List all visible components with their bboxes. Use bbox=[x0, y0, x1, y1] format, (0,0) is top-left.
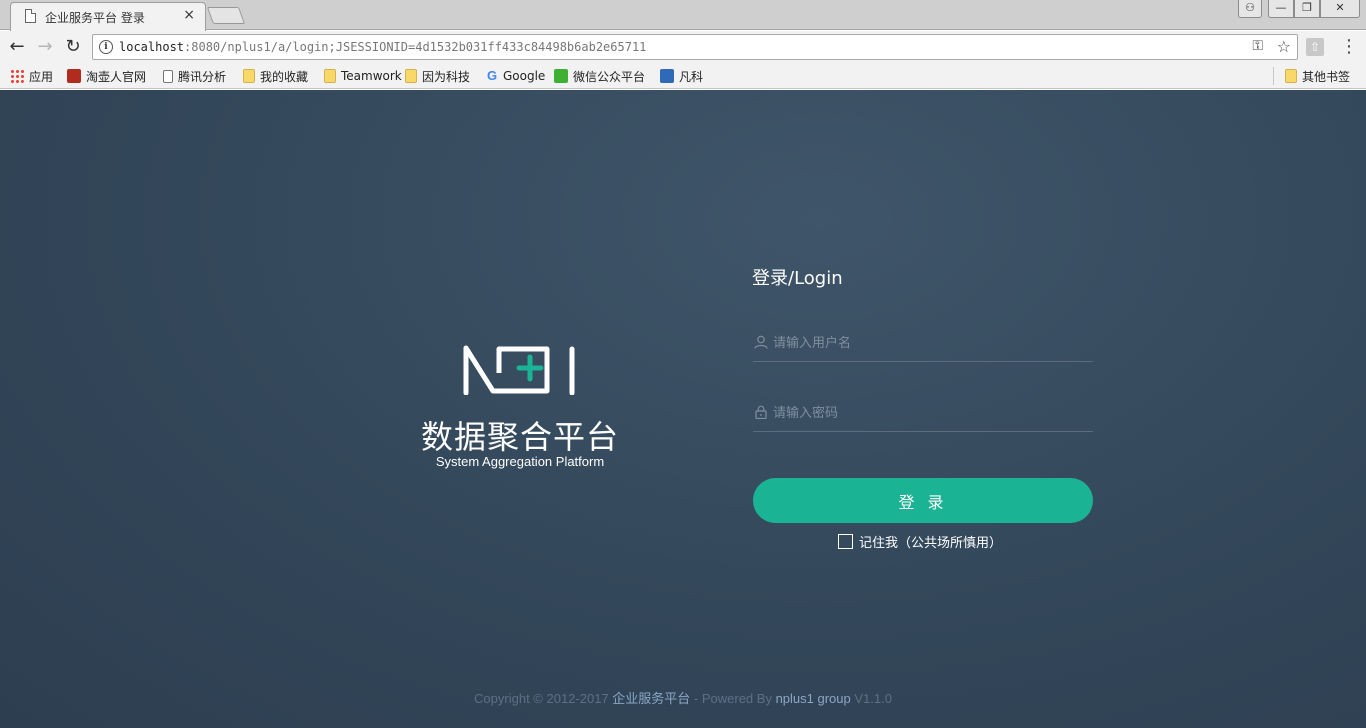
footer-company-link[interactable]: 企业服务平台 bbox=[612, 691, 690, 706]
tab-strip: 企业服务平台 登录 × ⚇ — ❐ ✕ bbox=[0, 0, 1366, 31]
address-bar[interactable]: i localhost:8080/nplus1/a/login;JSESSION… bbox=[92, 34, 1298, 60]
login-button[interactable]: 登 录 bbox=[753, 478, 1093, 523]
browser-tab[interactable]: 企业服务平台 登录 × bbox=[10, 2, 206, 31]
wechat-icon bbox=[554, 69, 568, 83]
key-icon[interactable]: ⚿ bbox=[1252, 38, 1263, 54]
window-close-icon[interactable]: ✕ bbox=[1320, 0, 1360, 18]
bookmark-star-icon[interactable]: ☆ bbox=[1277, 37, 1291, 56]
maximize-icon[interactable]: ❐ bbox=[1294, 0, 1320, 18]
bookmark-yinwei[interactable]: 因为科技 bbox=[405, 68, 470, 84]
folder-icon bbox=[405, 69, 417, 83]
forward-icon[interactable]: → bbox=[34, 36, 56, 58]
tab-close-icon[interactable]: × bbox=[183, 7, 195, 23]
bookmark-teamwork[interactable]: Teamwork bbox=[324, 68, 402, 84]
login-title: 登录/Login bbox=[752, 268, 843, 289]
login-page: 数据聚合平台 System Aggregation Platform 登录/Lo… bbox=[0, 90, 1366, 728]
bookmark-fanke[interactable]: 凡科 bbox=[660, 68, 703, 84]
menu-icon[interactable]: ⋮ bbox=[1340, 36, 1358, 58]
remember-me-label: 记住我（公共场所慎用） bbox=[859, 536, 1003, 551]
username-field bbox=[753, 322, 1093, 362]
folder-icon bbox=[1285, 69, 1297, 83]
page-icon bbox=[163, 69, 173, 83]
bookmark-other[interactable]: 其他书签 bbox=[1285, 68, 1350, 84]
back-icon[interactable]: ← bbox=[6, 36, 28, 58]
bookmark-apps[interactable]: 应用 bbox=[10, 68, 53, 84]
extension-icon[interactable]: ⇧ bbox=[1306, 38, 1324, 56]
bookmark-separator bbox=[1273, 67, 1274, 85]
bookmark-google[interactable]: G Google bbox=[486, 68, 545, 84]
page-footer: Copyright © 2012-2017 企业服务平台 - Powered B… bbox=[474, 691, 892, 706]
bookmark-my-favorites[interactable]: 我的收藏 bbox=[243, 68, 308, 84]
site-info-icon[interactable]: i bbox=[99, 40, 113, 54]
user-icon bbox=[754, 335, 768, 349]
brand-name-en: System Aggregation Platform bbox=[435, 454, 605, 469]
bookmark-wechat[interactable]: 微信公众平台 bbox=[554, 68, 645, 84]
remember-me[interactable]: 记住我（公共场所慎用） bbox=[838, 532, 1002, 551]
taohu-icon bbox=[67, 69, 81, 83]
apps-icon bbox=[10, 69, 24, 83]
lock-icon bbox=[755, 405, 767, 419]
page-icon bbox=[25, 9, 36, 23]
reload-icon[interactable]: ↻ bbox=[62, 36, 84, 58]
username-input[interactable] bbox=[773, 331, 1089, 355]
password-field bbox=[753, 392, 1093, 432]
google-icon: G bbox=[486, 68, 498, 83]
folder-icon bbox=[243, 69, 255, 83]
bookmark-tencent-analytics[interactable]: 腾讯分析 bbox=[163, 68, 226, 84]
footer-group-link[interactable]: nplus1 group bbox=[776, 691, 851, 706]
tab-title: 企业服务平台 登录 bbox=[45, 11, 145, 25]
bookmark-taohu[interactable]: 淘壶人官网 bbox=[67, 68, 146, 84]
folder-icon bbox=[324, 69, 336, 83]
user-profile-icon[interactable]: ⚇ bbox=[1238, 0, 1262, 18]
password-input[interactable] bbox=[773, 401, 1089, 425]
fanke-icon bbox=[660, 69, 674, 83]
brand-name-cn: 数据聚合平台 bbox=[420, 418, 619, 456]
address-url[interactable]: localhost:8080/nplus1/a/login;JSESSIONID… bbox=[119, 40, 646, 54]
browser-toolbar: ← → ↻ i localhost:8080/nplus1/a/login;JS… bbox=[0, 31, 1366, 63]
bookmarks-bar: 应用 淘壶人官网 腾讯分析 我的收藏 Teamwork 因为科技 G Googl… bbox=[0, 63, 1366, 89]
new-tab-button[interactable] bbox=[206, 7, 246, 24]
brand-logo-icon bbox=[463, 345, 575, 395]
minimize-icon[interactable]: — bbox=[1268, 0, 1294, 18]
remember-me-checkbox[interactable] bbox=[838, 534, 853, 549]
